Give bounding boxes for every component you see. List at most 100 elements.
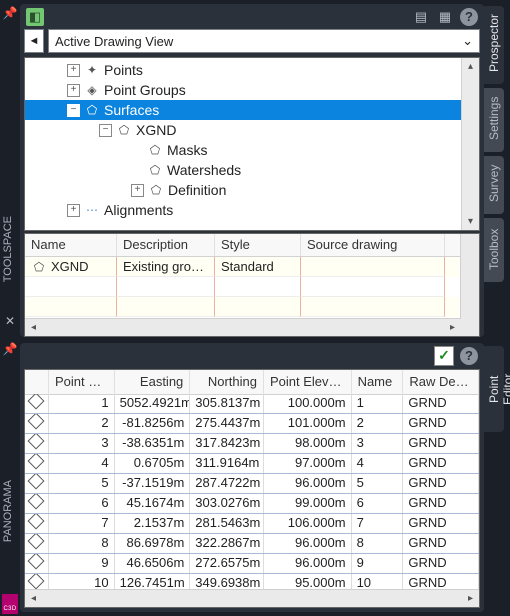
- close-icon[interactable]: ✕: [1, 312, 19, 330]
- table-row[interactable]: 2-81.8256m275.4437m101.000m2GRND: [25, 414, 479, 434]
- cell-raw-description: GRND: [403, 494, 479, 513]
- back-button[interactable]: ◄: [24, 29, 44, 53]
- surface-icon: ⬠: [116, 122, 132, 138]
- cell-description: [117, 277, 215, 297]
- tree-item-points[interactable]: + ✦ Points: [25, 60, 479, 80]
- table-row[interactable]: 886.6978m322.2867m96.000m8GRND: [25, 534, 479, 554]
- tab-toolbox[interactable]: Toolbox: [484, 218, 504, 282]
- point-icon: [28, 534, 45, 549]
- tree-item-watersheds[interactable]: ⬠ Watersheds: [25, 160, 479, 180]
- table-row[interactable]: 5-37.1519m287.4722m96.000m5GRND: [25, 474, 479, 494]
- cell-easting: -38.6351m: [115, 434, 191, 453]
- tree-label: Surfaces: [104, 102, 159, 118]
- point-icon: [28, 434, 45, 449]
- cell-raw-description: GRND: [403, 474, 479, 493]
- table-row[interactable]: ⬠XGNDExisting ground sStandard: [25, 257, 479, 277]
- grid-icon[interactable]: ▦: [436, 8, 454, 26]
- tab-survey[interactable]: Survey: [484, 156, 504, 214]
- cell-northing: 311.9164m: [190, 454, 264, 473]
- scroll-left-icon[interactable]: ◂: [25, 319, 42, 336]
- table-row[interactable]: [25, 277, 479, 297]
- surface-icon: ⬠: [84, 102, 100, 118]
- tree-label: XGND: [136, 122, 176, 138]
- tree-item-point-groups[interactable]: + ◈ Point Groups: [25, 80, 479, 100]
- tab-settings[interactable]: Settings: [484, 88, 504, 152]
- tree-item-surfaces[interactable]: − ⬠ Surfaces: [25, 100, 461, 120]
- table-row[interactable]: [25, 297, 479, 317]
- column-source-drawing[interactable]: Source drawing: [301, 234, 445, 256]
- column-northing[interactable]: Northing: [190, 370, 264, 394]
- scroll-up-icon[interactable]: ▴: [462, 58, 479, 75]
- tree-item-alignments[interactable]: + ⋯ Alignments: [25, 200, 479, 220]
- column-style[interactable]: Style: [215, 234, 301, 256]
- cell-easting: 46.6506m: [115, 554, 191, 573]
- column-point-elevation[interactable]: Point Elevati...: [264, 370, 352, 394]
- column-easting[interactable]: Easting: [115, 370, 191, 394]
- column-description[interactable]: Description: [117, 234, 215, 256]
- table-row[interactable]: 3-38.6351m317.8423m98.000m3GRND: [25, 434, 479, 454]
- point-icon: [28, 474, 45, 489]
- table-row[interactable]: 15052.4921m305.8137m100.000m1GRND: [25, 394, 479, 414]
- cell-raw-description: GRND: [403, 514, 479, 533]
- cell-name: 5: [352, 474, 404, 493]
- label-panorama: PANORAMA: [2, 480, 14, 542]
- tree-scrollbar[interactable]: ▴ ▾: [461, 58, 479, 230]
- collapse-icon[interactable]: −: [99, 124, 112, 137]
- column-name[interactable]: Name: [25, 234, 117, 256]
- definition-icon: ⬠: [148, 182, 164, 198]
- cell-style: [215, 297, 301, 317]
- cell-icon: [25, 494, 49, 513]
- column-name[interactable]: Name: [352, 370, 404, 394]
- cell-point-number: 3: [49, 434, 115, 453]
- table-row[interactable]: 645.1674m303.0276m99.000m6GRND: [25, 494, 479, 514]
- scroll-down-icon[interactable]: ▾: [462, 213, 479, 230]
- cell-icon: [25, 534, 49, 553]
- tab-prospector[interactable]: Prospector: [484, 6, 504, 84]
- mask-icon: ⬠: [147, 142, 163, 158]
- tree-item-xgnd[interactable]: − ⬠ XGND: [25, 120, 479, 140]
- cell-easting: 5052.4921m: [115, 394, 191, 413]
- tab-point-editor[interactable]: Point Editor: [484, 346, 504, 432]
- apply-button[interactable]: ✓: [434, 346, 454, 366]
- scroll-right-icon[interactable]: ▸: [462, 590, 479, 607]
- table-row[interactable]: 10126.7451m349.6938m95.000m10GRND: [25, 574, 479, 590]
- view-dropdown[interactable]: Active Drawing View ⌄: [48, 29, 480, 53]
- column-icon[interactable]: [25, 370, 49, 394]
- cell-style: [215, 277, 301, 297]
- grid-vscrollbar[interactable]: [460, 234, 479, 336]
- cell-point-elevation: 96.000m: [264, 474, 352, 493]
- cell-easting: 2.1537m: [115, 514, 191, 533]
- cell-name: [25, 277, 117, 297]
- help-icon[interactable]: ?: [460, 8, 478, 26]
- cell-point-elevation: 98.000m: [264, 434, 352, 453]
- expand-icon[interactable]: +: [67, 84, 80, 97]
- expand-icon[interactable]: +: [67, 64, 80, 77]
- scroll-left-icon[interactable]: ◂: [25, 590, 42, 607]
- column-raw-description[interactable]: Raw Descripti...: [403, 370, 479, 394]
- table-row[interactable]: 946.6506m272.6575m96.000m9GRND: [25, 554, 479, 574]
- tree-label: Points: [104, 62, 143, 78]
- pin-icon[interactable]: 📌: [1, 4, 19, 22]
- expand-icon[interactable]: +: [131, 184, 144, 197]
- collapse-icon[interactable]: −: [67, 104, 80, 117]
- table-row[interactable]: 72.1537m281.5463m106.000m7GRND: [25, 514, 479, 534]
- tree-item-masks[interactable]: ⬠ Masks: [25, 140, 479, 160]
- expand-icon[interactable]: +: [67, 204, 80, 217]
- cell-northing: 349.6938m: [190, 574, 264, 590]
- help-icon[interactable]: ?: [460, 347, 478, 365]
- cell-name: 9: [352, 554, 404, 573]
- cell-description: Existing ground s: [117, 257, 215, 277]
- surface-list-grid: Name Description Style Source drawing ⬠X…: [24, 233, 480, 337]
- tree-icon[interactable]: ◧: [26, 8, 44, 26]
- scroll-right-icon[interactable]: ▸: [444, 319, 461, 336]
- settings-icon[interactable]: ▤: [412, 8, 430, 26]
- grid-hscrollbar[interactable]: ◂ ▸: [25, 318, 461, 336]
- tree-item-definition[interactable]: + ⬠ Definition: [25, 180, 479, 200]
- cell-northing: 287.4722m: [190, 474, 264, 493]
- dropdown-label: Active Drawing View: [55, 34, 173, 49]
- table-row[interactable]: 40.6705m311.9164m97.000m4GRND: [25, 454, 479, 474]
- pin-icon[interactable]: 📌: [1, 340, 19, 358]
- point-grid-hscrollbar[interactable]: ◂ ▸: [25, 589, 479, 607]
- column-point-number[interactable]: Point Nu...: [49, 370, 115, 394]
- point-icon: [28, 494, 45, 509]
